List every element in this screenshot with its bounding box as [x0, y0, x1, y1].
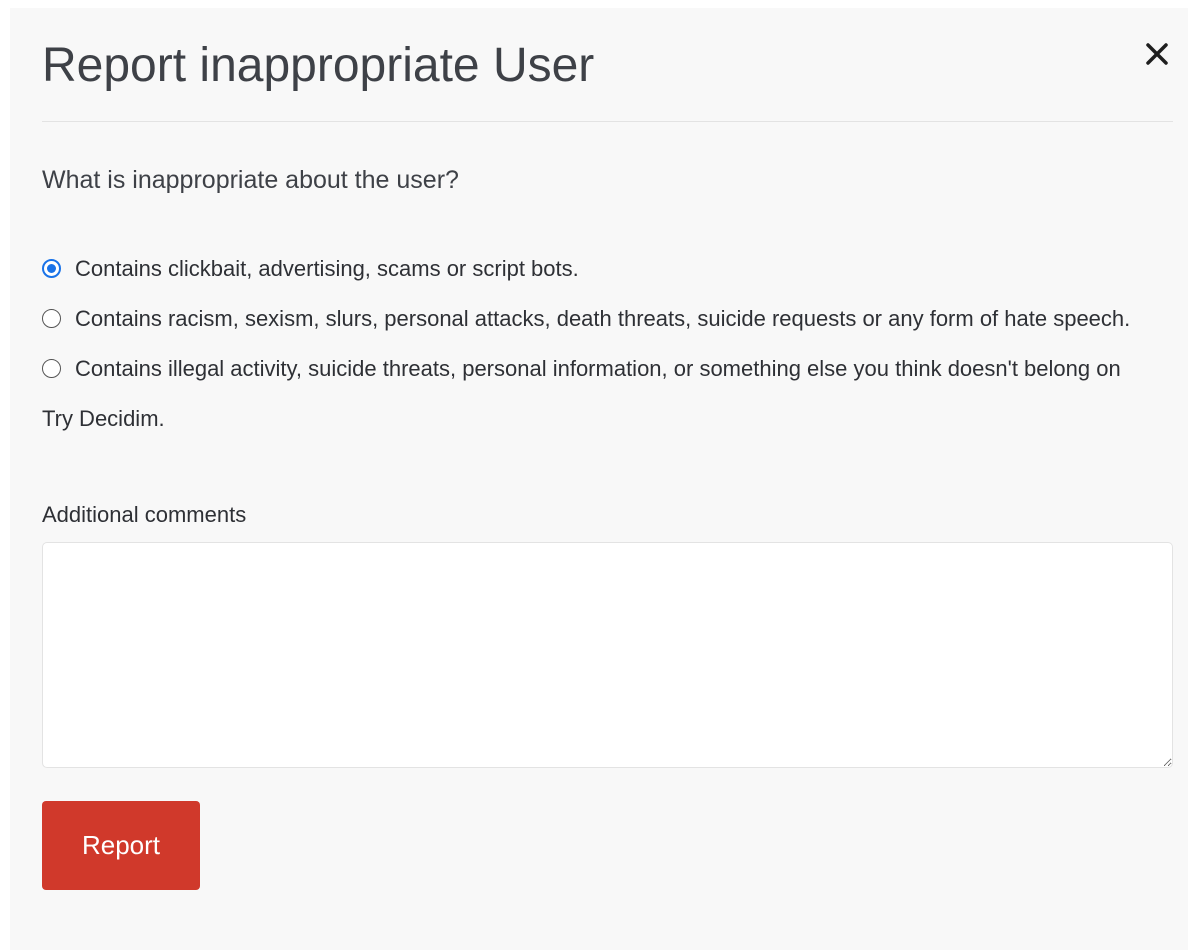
radio-offensive[interactable] — [42, 309, 61, 328]
radio-spam-checked[interactable] — [42, 259, 61, 278]
reason-option-spam[interactable]: Contains clickbait, advertising, scams o… — [42, 244, 1152, 294]
reason-label-offensive: Contains racism, sexism, slurs, personal… — [75, 306, 1131, 331]
reason-label-spam: Contains clickbait, advertising, scams o… — [75, 256, 579, 281]
close-icon — [1146, 43, 1168, 65]
additional-comments-field[interactable] — [42, 542, 1173, 768]
reason-option-offensive[interactable]: Contains racism, sexism, slurs, personal… — [42, 294, 1152, 344]
report-question: What is inappropriate about the user? — [42, 166, 459, 194]
report-button[interactable]: Report — [42, 801, 200, 890]
comments-label: Additional comments — [42, 502, 247, 527]
radio-does-not-belong[interactable] — [42, 359, 61, 378]
reason-label-does-not-belong: Contains illegal activity, suicide threa… — [42, 356, 1121, 431]
modal-header: Report inappropriate User — [42, 8, 1173, 122]
close-button[interactable] — [1141, 38, 1173, 70]
reason-option-does-not-belong[interactable]: Contains illegal activity, suicide threa… — [42, 344, 1152, 444]
report-reason-options: Contains clickbait, advertising, scams o… — [42, 244, 1152, 444]
modal-title: Report inappropriate User — [42, 39, 595, 92]
report-modal: Report inappropriate User What is inappr… — [10, 8, 1188, 950]
